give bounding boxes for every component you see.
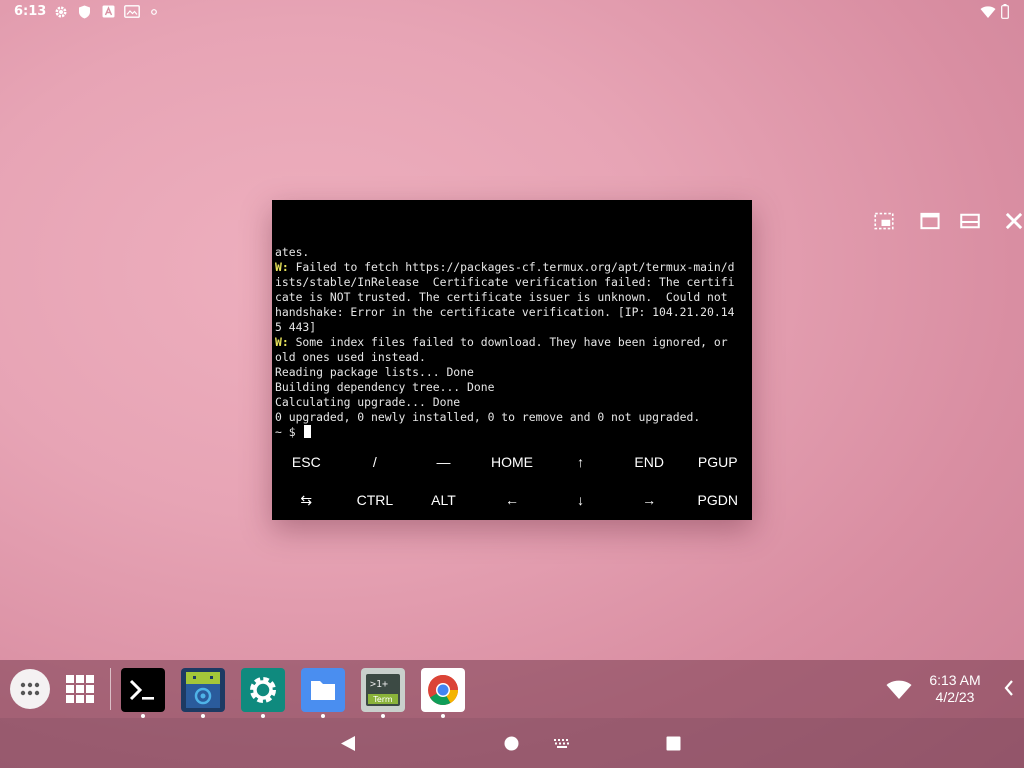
extra-key[interactable]: ⇆: [272, 481, 341, 519]
terminal-line-text: Building dependency tree... Done: [275, 380, 495, 394]
battery-icon: [1001, 4, 1009, 19]
terminal-line: ates.: [275, 245, 749, 260]
terminal-line: handshake: Error in the certificate veri…: [275, 305, 749, 320]
clock-date: 4/2/23: [935, 689, 975, 705]
home-icon[interactable]: [504, 736, 519, 751]
terminal-line: Calculating upgrade... Done: [275, 395, 749, 410]
restore-icon[interactable]: [920, 211, 940, 231]
extra-key[interactable]: ESC: [272, 443, 341, 481]
terminal-line: old ones used instead.: [275, 350, 749, 365]
extra-key[interactable]: →: [615, 481, 684, 519]
window-controls: [552, 200, 1023, 242]
shell-prompt: ~ $: [275, 425, 303, 439]
extra-keys-row-1: ESC / — HOME ↑ END PGUP: [272, 443, 752, 481]
image-icon: [124, 5, 140, 18]
extra-key[interactable]: END: [615, 443, 684, 481]
extra-key[interactable]: ←: [478, 481, 547, 519]
taskbar-divider: [110, 668, 111, 710]
terminal-line: 0 upgraded, 0 newly installed, 0 to remo…: [275, 410, 749, 425]
close-icon[interactable]: [1004, 211, 1024, 231]
terminal-line: ists/stable/InRelease Certificate verifi…: [275, 275, 749, 290]
extra-key[interactable]: PGUP: [683, 443, 752, 481]
extra-key[interactable]: /: [341, 443, 410, 481]
terminal-line: W: Some index files failed to download. …: [275, 335, 749, 350]
terminal-line-text: Some index files failed to download. The…: [288, 335, 728, 349]
chrome-app-icon[interactable]: [421, 668, 465, 712]
svg-text:>1+: >1+: [370, 679, 388, 690]
dot-icon: [151, 9, 157, 15]
terminal-line: W: Failed to fetch https://packages-cf.t…: [275, 260, 749, 275]
warning-prefix: W:: [275, 335, 289, 349]
extra-key[interactable]: ALT: [409, 481, 478, 519]
wifi-icon[interactable]: [886, 680, 912, 700]
shield-icon: [79, 5, 90, 19]
a-icon: [102, 5, 115, 18]
terminal-line-text: old ones used instead.: [275, 350, 426, 364]
extra-key[interactable]: CTRL: [341, 481, 410, 519]
terminal-line-text: cate is NOT trusted. The certificate iss…: [275, 290, 728, 304]
warning-prefix: W:: [275, 260, 289, 274]
terminal-line-text: 5 443]: [275, 320, 317, 334]
status-time: 6:13: [14, 4, 47, 19]
terminal-line-text: 0 upgraded, 0 newly installed, 0 to remo…: [275, 410, 701, 424]
back-icon[interactable]: [340, 735, 356, 752]
svg-text:Term: Term: [372, 695, 393, 704]
navigation-bar: [0, 718, 1024, 768]
keyboard-icon[interactable]: [553, 738, 571, 749]
terminal-line: cate is NOT trusted. The certificate iss…: [275, 290, 749, 305]
terminal-output[interactable]: ates. W: Failed to fetch https://packages…: [275, 245, 749, 440]
terminal-line-text: Reading package lists... Done: [275, 365, 474, 379]
terminal-line: 5 443]: [275, 320, 749, 335]
extra-key[interactable]: ↓: [546, 481, 615, 519]
prompt-line[interactable]: ~ $: [275, 425, 749, 440]
extra-key[interactable]: —: [409, 443, 478, 481]
extra-key[interactable]: ↑: [546, 443, 615, 481]
extra-key[interactable]: PGDN: [683, 481, 752, 519]
term-app-icon[interactable]: >1+ Term: [361, 668, 405, 712]
extra-key[interactable]: HOME: [478, 443, 547, 481]
gear-icon: [55, 6, 67, 18]
terminal-line-text: ists/stable/InRelease Certificate verifi…: [275, 275, 735, 289]
wifi-icon: [980, 6, 996, 18]
terminal-app-icon[interactable]: [121, 668, 165, 712]
terminal-line-text: handshake: Error in the certificate veri…: [275, 305, 735, 319]
android-app-icon[interactable]: [181, 668, 225, 712]
app-drawer-button[interactable]: [10, 669, 50, 709]
screenshot-icon[interactable]: [874, 211, 894, 231]
recents-icon[interactable]: [666, 736, 681, 751]
terminal-line: Building dependency tree... Done: [275, 380, 749, 395]
terminal-line-text: Failed to fetch https://packages-cf.term…: [288, 260, 735, 274]
clock-time: 6:13 AM: [929, 672, 981, 688]
text-cursor: [304, 425, 312, 438]
terminal-line-text: ates.: [275, 245, 310, 259]
dots-grid-icon: [20, 682, 40, 696]
status-bar: 6:13: [0, 0, 1024, 24]
extra-keys-row-2: ⇆ CTRL ALT ← ↓ → PGDN: [272, 481, 752, 519]
terminal-line-text: Calculating upgrade... Done: [275, 395, 461, 409]
chevron-left-icon[interactable]: [1004, 680, 1014, 696]
maximize-icon[interactable]: [960, 211, 980, 231]
taskbar-clock[interactable]: 6:13 AM 4/2/23: [916, 672, 994, 706]
taskbar: >1+ Term 6:13 AM 4/2/23: [0, 660, 1024, 718]
recent-apps-grid-icon[interactable]: [66, 675, 94, 703]
terminal-line: Reading package lists... Done: [275, 365, 749, 380]
files-app-icon[interactable]: [301, 668, 345, 712]
settings-app-icon[interactable]: [241, 668, 285, 712]
